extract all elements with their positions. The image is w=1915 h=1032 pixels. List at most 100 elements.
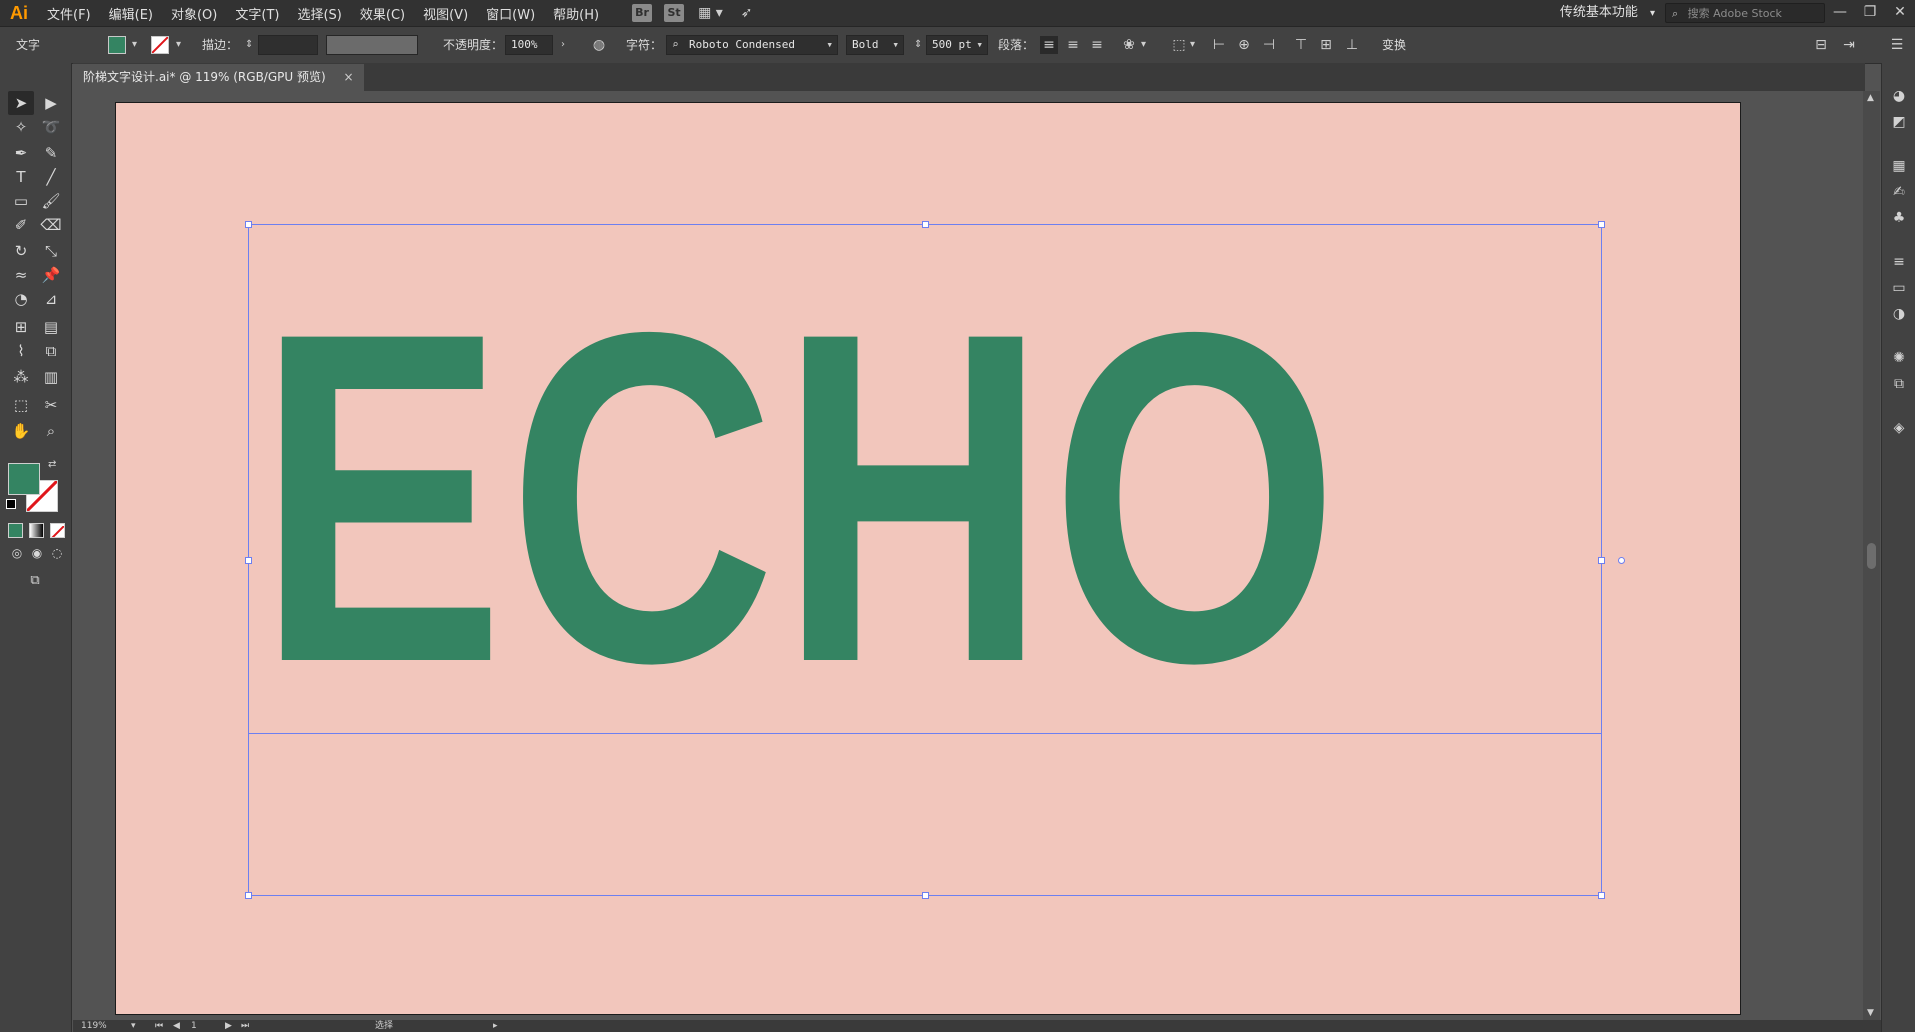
menu-help[interactable]: 帮助(H) — [544, 4, 608, 23]
font-size-stepper[interactable]: ⇕ — [914, 27, 922, 63]
handle-bottom-left[interactable] — [245, 892, 252, 899]
close-window-button[interactable]: ✕ — [1885, 0, 1915, 26]
handle-bottom-center[interactable] — [922, 892, 929, 899]
isolate-icon[interactable]: ⊟ — [1812, 36, 1830, 54]
minimize-button[interactable]: — — [1825, 0, 1855, 26]
appearance-panel-icon[interactable]: ✺ — [1890, 349, 1908, 367]
symbols-panel-icon[interactable]: ♣ — [1890, 209, 1908, 227]
transparency-panel-icon[interactable]: ◑ — [1890, 305, 1908, 323]
brushes-panel-icon[interactable]: ✍ — [1890, 183, 1908, 201]
menu-type[interactable]: 文字(T) — [226, 4, 288, 23]
menu-window[interactable]: 窗口(W) — [477, 4, 544, 23]
swatches-panel-icon[interactable]: ▦ — [1890, 157, 1908, 175]
chevron-down-icon[interactable]: ▾ — [1141, 27, 1146, 63]
restore-button[interactable]: ❐ — [1855, 0, 1885, 26]
perspective-grid-tool-icon[interactable]: ⊿ — [38, 287, 64, 311]
recolor-globe-icon[interactable]: ◍ — [590, 36, 608, 54]
paintbrush-tool-icon[interactable]: 🖌 — [38, 189, 64, 213]
menu-object[interactable]: 对象(O) — [162, 4, 226, 23]
stroke-panel-icon[interactable]: ≡ — [1890, 253, 1908, 271]
rectangle-tool-icon[interactable]: ▭ — [8, 189, 34, 213]
arrange-documents-icon[interactable]: ▦ ▾ — [698, 5, 723, 21]
none-mode-icon[interactable] — [50, 523, 65, 538]
gradient-tool-icon[interactable]: ▤ — [38, 315, 64, 339]
stock-search-input[interactable]: ⌕ 搜索 Adobe Stock — [1665, 3, 1825, 23]
stroke-dropdown-icon[interactable]: ▾ — [176, 27, 181, 63]
align-top-edges-icon[interactable]: ⊤ — [1292, 36, 1310, 54]
selection-tool-icon[interactable]: ➤ — [8, 91, 34, 115]
character-label[interactable]: 字符： — [626, 27, 662, 63]
graph-tool-icon[interactable]: ▥ — [38, 365, 64, 389]
handle-middle-left[interactable] — [245, 557, 252, 564]
slice-tool-icon[interactable]: ✂ — [38, 393, 64, 417]
graphic-styles-panel-icon[interactable]: ⧉ — [1890, 375, 1908, 393]
previous-artboard-icon[interactable]: ◀ — [173, 1020, 180, 1032]
handle-bottom-right[interactable] — [1598, 892, 1605, 899]
paragraph-label[interactable]: 段落： — [998, 27, 1034, 63]
warp-text-icon[interactable]: ❀ — [1120, 36, 1138, 54]
align-right-edges-icon[interactable]: ⊣ — [1260, 36, 1278, 54]
handle-middle-right[interactable] — [1598, 557, 1605, 564]
screen-mode-icon[interactable]: ⧉ — [22, 569, 48, 593]
lasso-tool-icon[interactable]: ➰ — [38, 115, 64, 139]
artboard-number-field[interactable]: 1 — [191, 1020, 197, 1032]
artboard-tool-icon[interactable]: ⬚ — [8, 393, 34, 417]
vertical-scroll-thumb[interactable] — [1867, 543, 1876, 569]
opacity-field[interactable]: 100% — [505, 35, 553, 55]
curvature-tool-icon[interactable]: ✎ — [38, 141, 64, 165]
fill-dropdown-icon[interactable]: ▾ — [132, 27, 137, 63]
fill-color-swatch[interactable] — [108, 36, 126, 54]
status-menu-arrow-icon[interactable]: ▸ — [493, 1020, 498, 1032]
gradient-mode-icon[interactable] — [29, 523, 44, 538]
align-horizontal-center-icon[interactable]: ⊕ — [1235, 36, 1253, 54]
puppet-warp-tool-icon[interactable]: 📌 — [38, 263, 64, 287]
panel-menu-icon[interactable]: ⇥ — [1840, 36, 1858, 54]
align-left-icon[interactable]: ≡ — [1040, 36, 1058, 54]
zoom-tool-icon[interactable]: ⌕ — [38, 419, 64, 443]
align-to-icon[interactable]: ⬚ — [1170, 36, 1188, 54]
stock-button[interactable]: St — [664, 4, 685, 22]
gradient-panel-icon[interactable]: ▭ — [1890, 279, 1908, 297]
chevron-down-icon[interactable]: ▾ — [131, 1020, 136, 1032]
next-artboard-icon[interactable]: ▶ — [225, 1020, 232, 1032]
shaper-tool-icon[interactable]: ✐ — [8, 213, 34, 237]
scroll-up-icon[interactable]: ▲ — [1867, 93, 1874, 103]
blend-tool-icon[interactable]: ⧉ — [38, 339, 64, 363]
scroll-down-icon[interactable]: ▼ — [1867, 1008, 1874, 1018]
align-center-icon[interactable]: ≡ — [1064, 36, 1082, 54]
color-mode-icon[interactable] — [8, 523, 23, 538]
pen-tool-icon[interactable]: ✒ — [8, 141, 34, 165]
hand-tool-icon[interactable]: ✋ — [8, 419, 34, 443]
handle-top-left[interactable] — [245, 221, 252, 228]
chevron-down-icon[interactable]: ▾ — [1190, 27, 1195, 63]
magic-wand-tool-icon[interactable]: ✧ — [8, 115, 34, 139]
align-vertical-center-icon[interactable]: ⊞ — [1317, 36, 1335, 54]
shape-builder-tool-icon[interactable]: ◔ — [8, 287, 34, 311]
align-bottom-edges-icon[interactable]: ⊥ — [1343, 36, 1361, 54]
eyedropper-tool-icon[interactable]: ⌇ — [8, 339, 34, 363]
workspace-switcher[interactable]: 传统基本功能 ▾ — [1560, 0, 1655, 26]
font-family-field[interactable]: ⌕ Roboto Condensed ▾ — [666, 35, 838, 55]
menu-effect[interactable]: 效果(C) — [351, 4, 414, 23]
direct-selection-tool-icon[interactable]: ▶ — [38, 91, 64, 115]
close-tab-button[interactable]: × — [344, 70, 354, 84]
swap-colors-icon[interactable]: ⇄ — [48, 459, 56, 470]
bridge-button[interactable]: Br — [632, 4, 653, 22]
menu-view[interactable]: 视图(V) — [414, 4, 477, 23]
stroke-weight-field[interactable] — [258, 35, 318, 55]
transform-link[interactable]: 变换 — [1382, 27, 1406, 63]
text-overflow-port[interactable] — [1618, 557, 1625, 564]
scale-tool-icon[interactable]: ⤡ — [38, 239, 64, 263]
opacity-arrow-icon[interactable]: › — [561, 27, 565, 63]
layers-panel-icon[interactable]: ◈ — [1890, 419, 1908, 437]
last-artboard-icon[interactable]: ⏭ — [241, 1020, 249, 1032]
selection-bounding-box[interactable] — [248, 224, 1602, 896]
font-size-field[interactable]: 500 pt ▾ — [926, 35, 988, 55]
first-artboard-icon[interactable]: ⏮ — [155, 1020, 163, 1032]
more-options-icon[interactable]: ☰ — [1888, 36, 1906, 54]
mesh-tool-icon[interactable]: ⊞ — [8, 315, 34, 339]
menu-file[interactable]: 文件(F) — [38, 4, 100, 23]
brush-definition-field[interactable] — [326, 35, 418, 55]
line-tool-icon[interactable]: ╱ — [38, 165, 64, 189]
color-panel-icon[interactable]: ◕ — [1890, 87, 1908, 105]
